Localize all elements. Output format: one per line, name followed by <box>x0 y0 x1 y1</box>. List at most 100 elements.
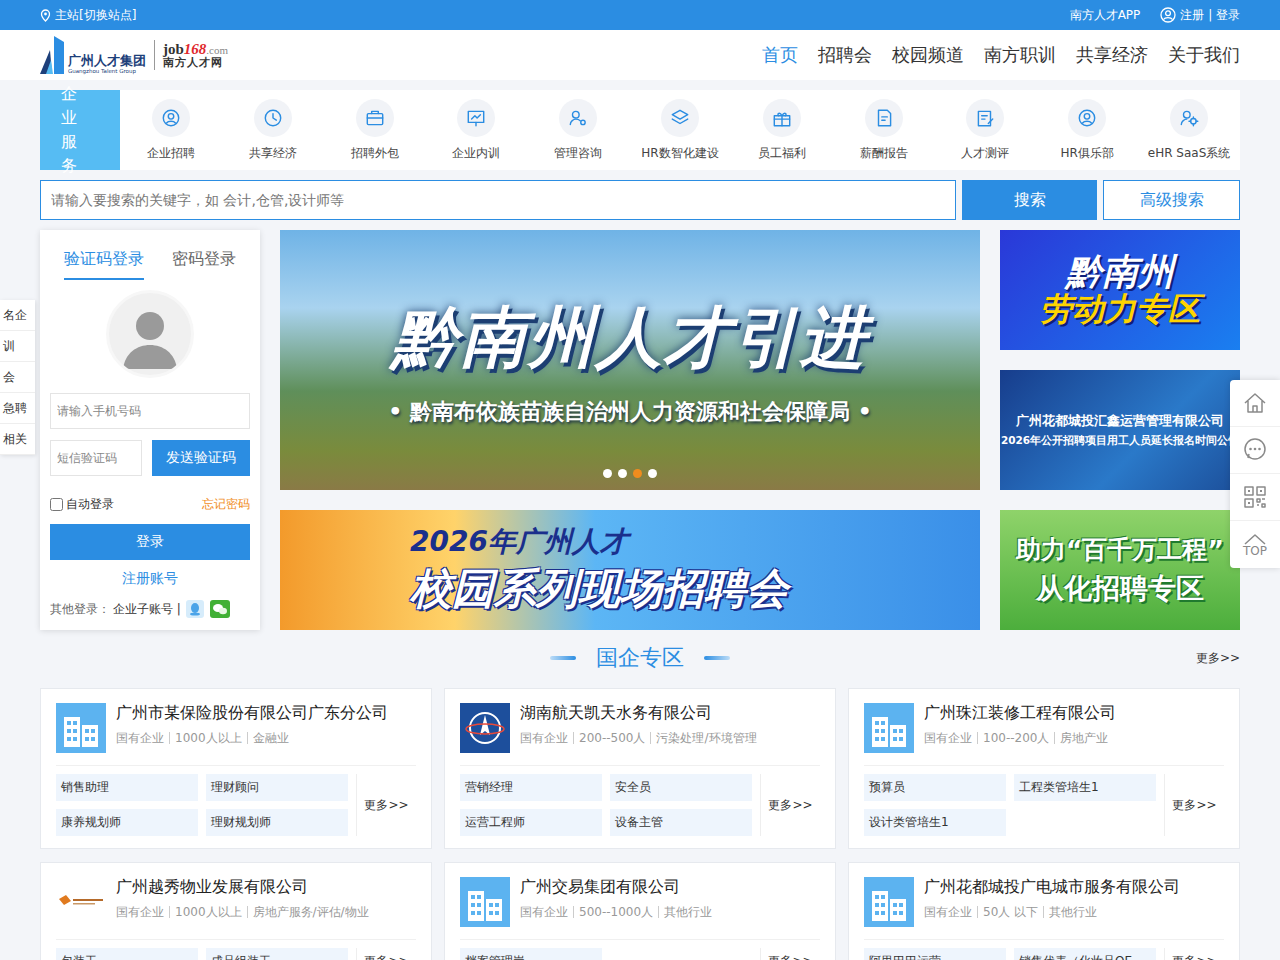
phone-input[interactable] <box>50 393 250 429</box>
company-logo[interactable] <box>56 703 106 753</box>
home-button[interactable] <box>1230 380 1280 427</box>
service-label[interactable]: HR俱乐部 <box>1061 145 1114 162</box>
service-label[interactable]: HR数智化建设 <box>641 145 718 162</box>
service-label[interactable]: eHR SaaS系统 <box>1148 145 1231 162</box>
company-name[interactable]: 广州市某保险股份有限公司广东分公司 <box>116 703 388 722</box>
nav-item[interactable]: 共享经济 <box>1076 39 1148 71</box>
register-login-label[interactable]: 注册 | 登录 <box>1180 7 1240 24</box>
carousel-dot[interactable] <box>633 469 642 478</box>
campus-banner[interactable]: 2026年广州人才校园系列现场招聘会 <box>280 510 980 630</box>
service-item[interactable]: 企业招聘 <box>120 90 222 170</box>
job-tag[interactable]: 安全员 <box>610 774 752 801</box>
side-tab[interactable]: 训 <box>0 331 35 362</box>
company-more-link[interactable]: 更多>> <box>760 948 820 960</box>
nav-item[interactable]: 首页 <box>762 39 798 71</box>
login-button[interactable]: 登录 <box>50 524 250 560</box>
nav-item[interactable]: 南方职训 <box>984 39 1056 71</box>
back-to-top-label[interactable]: TOP <box>1243 545 1267 557</box>
nav-item[interactable]: 招聘会 <box>818 39 872 71</box>
service-item[interactable]: 管理咨询 <box>527 90 629 170</box>
sub-account-link[interactable]: 企业子账号 | <box>113 601 181 618</box>
chat-button[interactable] <box>1230 427 1280 474</box>
job-tag[interactable]: 康养规划师 <box>56 809 198 836</box>
main-banner[interactable]: 黔南州人才引进• 黔南布依族苗族自治州人力资源和社会保障局 • <box>280 230 980 490</box>
app-link[interactable]: 南方人才APP <box>1070 7 1141 24</box>
service-item[interactable]: 企业内训 <box>425 90 527 170</box>
service-item[interactable]: eHR SaaS系统 <box>1138 90 1240 170</box>
logo[interactable]: 广州人才集团Guangzhou Talent Groupjob168.com南方… <box>40 36 228 74</box>
job-tag[interactable]: 设计类管培生1 <box>864 809 1006 836</box>
service-item[interactable]: HR俱乐部 <box>1036 90 1138 170</box>
company-more-link[interactable]: 更多>> <box>356 774 416 836</box>
company-logo[interactable] <box>460 877 510 927</box>
site-switch[interactable]: 主站[切换站点] <box>40 7 136 24</box>
company-logo[interactable] <box>460 703 510 753</box>
job-tag[interactable]: 理财顾问 <box>206 774 348 801</box>
service-label[interactable]: 招聘外包 <box>351 145 399 162</box>
service-item[interactable]: HR数智化建设 <box>629 90 731 170</box>
company-more-link[interactable]: 更多>> <box>356 948 416 960</box>
company-more-link[interactable]: 更多>> <box>1164 948 1224 960</box>
carousel-dot[interactable] <box>603 469 612 478</box>
job-tag[interactable]: 营销经理 <box>460 774 602 801</box>
send-code-button[interactable]: 发送验证码 <box>152 440 250 476</box>
service-item[interactable]: 员工福利 <box>731 90 833 170</box>
back-to-top[interactable]: TOP <box>1230 521 1280 568</box>
section-more-link[interactable]: 更多>> <box>1196 650 1240 667</box>
company-logo[interactable] <box>56 877 106 927</box>
side-tab[interactable]: 名企 <box>0 300 35 331</box>
service-label[interactable]: 人才测评 <box>961 145 1009 162</box>
side-tab[interactable]: 相关 <box>0 424 35 455</box>
nav-item[interactable]: 校园频道 <box>892 39 964 71</box>
company-name[interactable]: 广州越秀物业发展有限公司 <box>116 877 374 896</box>
service-item[interactable]: 共享经济 <box>222 90 324 170</box>
job-tag[interactable]: 销售代表（化妆品OE <box>1014 948 1156 960</box>
job-tag[interactable]: 工程类管培生1 <box>1014 774 1156 801</box>
search-input[interactable] <box>41 181 955 219</box>
service-label[interactable]: 薪酬报告 <box>860 145 908 162</box>
auto-login[interactable]: 自动登录 <box>50 496 114 513</box>
service-label[interactable]: 共享经济 <box>249 145 297 162</box>
job-tag[interactable]: 成品组装工 <box>206 948 348 960</box>
job-tag[interactable]: 销售助理 <box>56 774 198 801</box>
site-switch-label[interactable]: 主站[切换站点] <box>55 7 136 24</box>
login-tab[interactable]: 验证码登录 <box>64 249 144 280</box>
job-tag[interactable]: 理财规划师 <box>206 809 348 836</box>
company-logo[interactable] <box>864 877 914 927</box>
service-label[interactable]: 企业内训 <box>452 145 500 162</box>
wechat-login[interactable] <box>209 598 231 620</box>
code-input[interactable] <box>50 440 142 476</box>
nav-item[interactable]: 关于我们 <box>1168 39 1240 71</box>
auto-login-label[interactable]: 自动登录 <box>66 496 114 513</box>
side-tab[interactable]: 会 <box>0 362 35 393</box>
qiannan-banner[interactable]: 黔南州劳动力专区 <box>1000 230 1240 350</box>
job-tag[interactable]: 运营工程师 <box>460 809 602 836</box>
forgot-password-link[interactable]: 忘记密码 <box>202 496 250 513</box>
register-login[interactable]: 注册 | 登录 <box>1160 7 1240 24</box>
company-name[interactable]: 湖南航天凯天水务有限公司 <box>520 703 762 722</box>
company-more-link[interactable]: 更多>> <box>760 774 820 836</box>
service-label[interactable]: 企业招聘 <box>147 145 195 162</box>
search-button[interactable]: 搜索 <box>962 180 1097 220</box>
qr-button[interactable] <box>1230 474 1280 521</box>
company-name[interactable]: 广州花都城投广电城市服务有限公司 <box>924 877 1180 896</box>
service-item[interactable]: 薪酬报告 <box>833 90 935 170</box>
job-tag[interactable]: 包装工 <box>56 948 198 960</box>
job-tag[interactable]: 设备主管 <box>610 809 752 836</box>
job-tag[interactable]: 档案管理岗 <box>460 948 602 960</box>
service-label[interactable]: 管理咨询 <box>554 145 602 162</box>
huadu-banner[interactable]: 广州花都城投汇鑫运营管理有限公司2026年公开招聘项目用工人员延长报名时间公告 <box>1000 370 1240 490</box>
register-link[interactable]: 注册账号 <box>50 570 250 588</box>
advanced-search-button[interactable]: 高级搜索 <box>1103 180 1240 220</box>
job-tag[interactable]: 阿里巴巴运营 <box>864 948 1006 960</box>
side-tab[interactable]: 急聘 <box>0 393 35 424</box>
qq-login[interactable] <box>184 598 206 620</box>
service-label[interactable]: 员工福利 <box>758 145 806 162</box>
job-tag[interactable]: 预算员 <box>864 774 1006 801</box>
company-logo[interactable] <box>864 703 914 753</box>
carousel-dot[interactable] <box>618 469 627 478</box>
carousel-dot[interactable] <box>648 469 657 478</box>
conghua-banner[interactable]: 助力“百千万工程”从化招聘专区 <box>1000 510 1240 630</box>
company-name[interactable]: 广州珠江装修工程有限公司 <box>924 703 1116 722</box>
company-more-link[interactable]: 更多>> <box>1164 774 1224 836</box>
